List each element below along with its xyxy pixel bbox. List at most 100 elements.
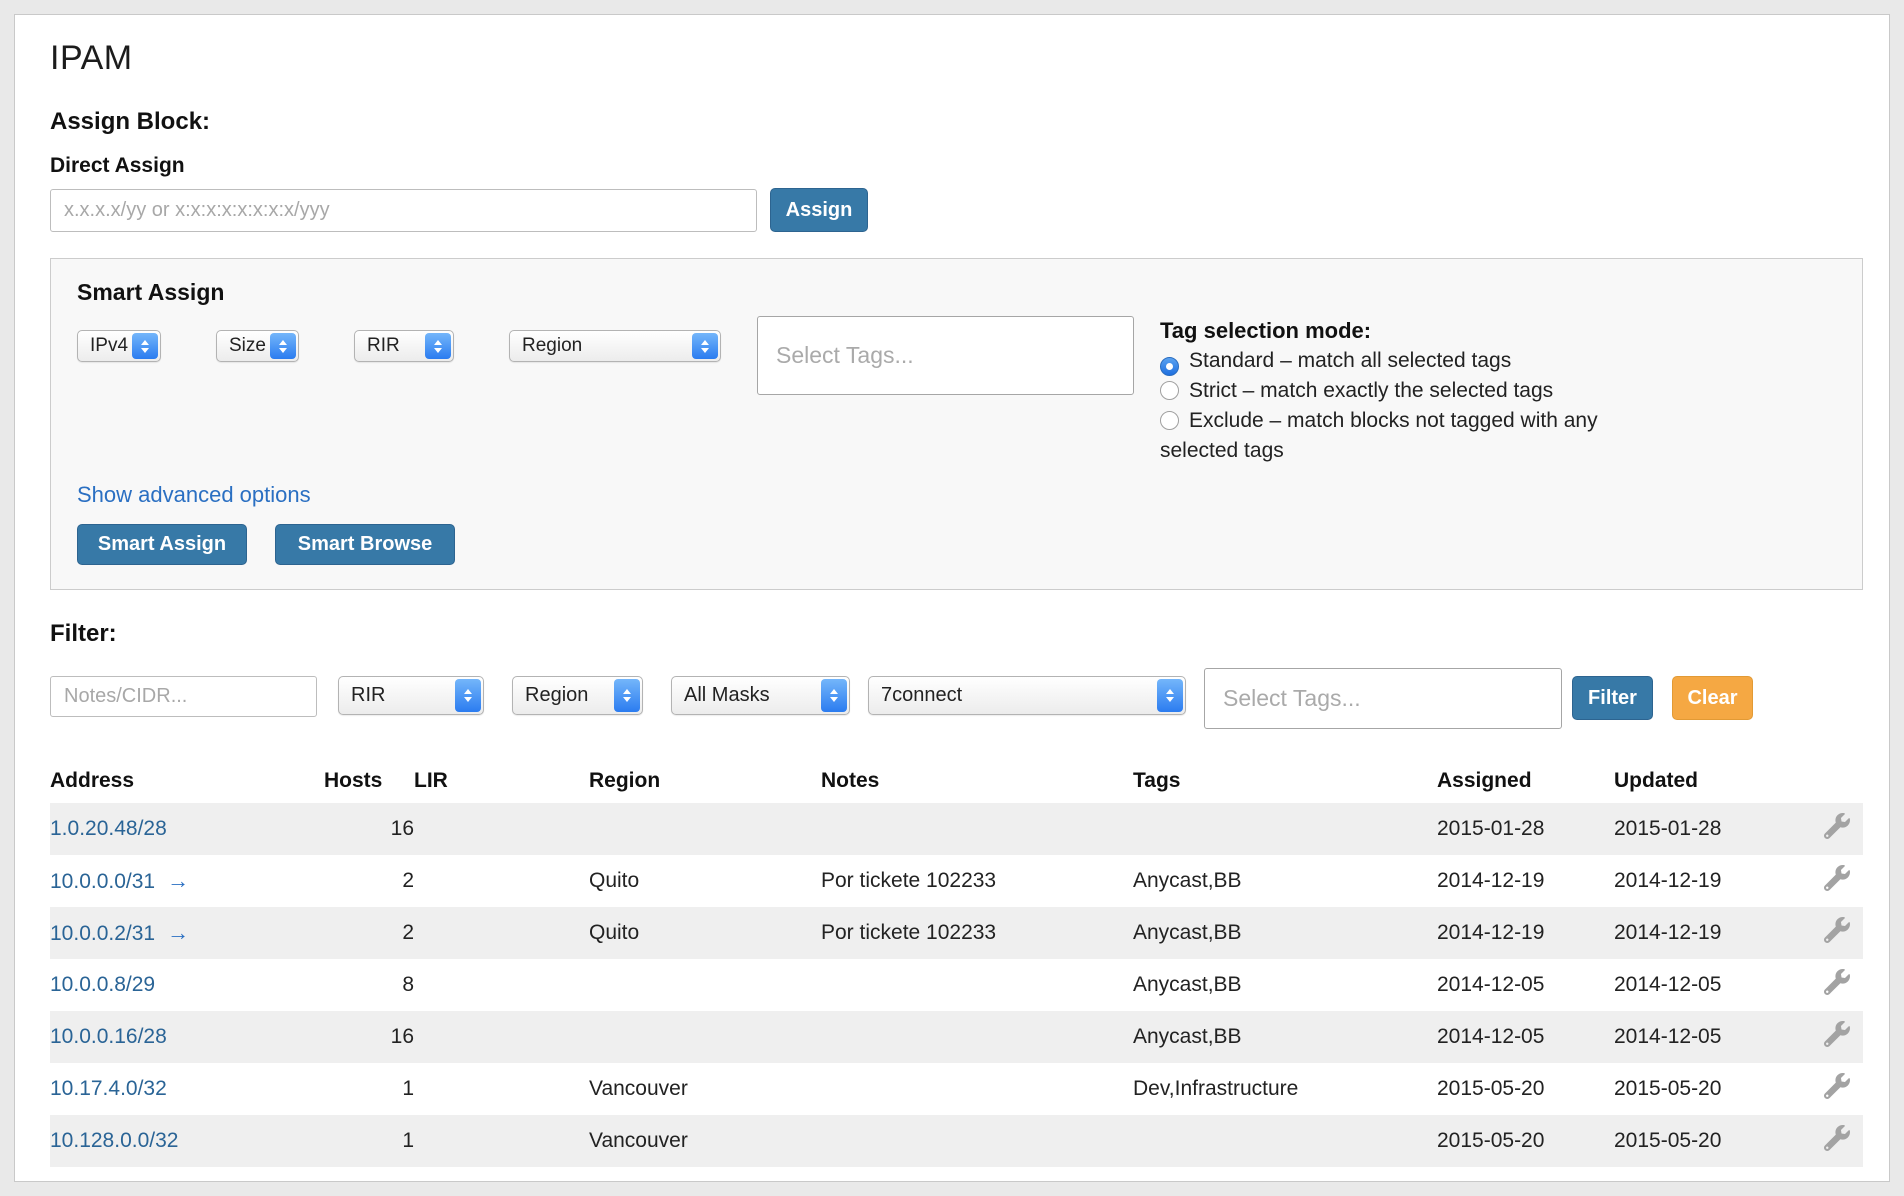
smart-buttons-row: Smart Assign Smart Browse xyxy=(77,524,1836,565)
hosts-cell: 2 xyxy=(324,907,414,959)
wrench-icon[interactable] xyxy=(1824,1125,1850,1151)
tags-cell: Anycast,BB xyxy=(1133,1011,1437,1063)
smart-browse-button[interactable]: Smart Browse xyxy=(275,524,455,565)
assigned-cell: 2015-05-20 xyxy=(1437,1063,1614,1115)
tag-mode-option[interactable]: Strict – match exactly the selected tags xyxy=(1160,376,1610,406)
wrench-icon[interactable] xyxy=(1824,813,1850,839)
tags-cell: Anycast,BB xyxy=(1133,959,1437,1011)
column-header-region: Region xyxy=(589,759,821,803)
notes-cidr-input[interactable] xyxy=(50,676,317,717)
updated-cell: 2015-05-20 xyxy=(1614,1115,1810,1167)
wrench-icon[interactable] xyxy=(1824,1021,1850,1047)
clear-button[interactable]: Clear xyxy=(1672,676,1753,720)
updated-cell: 2014-12-05 xyxy=(1614,959,1810,1011)
assign-block-heading: Assign Block: xyxy=(50,108,1875,136)
region-cell: Quito xyxy=(589,907,821,959)
goto-arrow-icon[interactable]: → xyxy=(167,920,189,945)
filter-masks-select[interactable]: All Masks xyxy=(671,676,850,715)
direct-assign-input[interactable] xyxy=(50,189,757,232)
updated-cell: 2014-12-19 xyxy=(1614,855,1810,907)
updated-cell: 2014-12-19 xyxy=(1614,907,1810,959)
tag-mode-option-label: Exclude – match blocks not tagged with a… xyxy=(1160,409,1598,462)
assigned-cell: 2014-12-19 xyxy=(1437,907,1614,959)
filter-heading: Filter: xyxy=(50,620,1875,648)
notes-cell xyxy=(821,1063,1133,1115)
wrench-icon[interactable] xyxy=(1824,1073,1850,1099)
filter-rir-select[interactable]: RIR xyxy=(338,676,484,715)
rir-select[interactable]: RIR xyxy=(354,330,454,362)
column-header-hosts: Hosts xyxy=(324,759,414,803)
address-link[interactable]: 10.0.0.0/31 xyxy=(50,870,155,893)
region-cell: Vancouver xyxy=(589,1115,821,1167)
table-row: 10.0.0.8/29 8 Anycast,BB 2014-12-05 2014… xyxy=(50,959,1863,1011)
direct-assign-label: Direct Assign xyxy=(50,154,1875,178)
filter-button[interactable]: Filter xyxy=(1572,676,1653,720)
address-link[interactable]: 10.0.0.8/29 xyxy=(50,973,155,996)
updated-cell: 2014-12-05 xyxy=(1614,1011,1810,1063)
filter-tags-input[interactable] xyxy=(1204,668,1562,729)
address-link[interactable]: 10.128.0.0/32 xyxy=(50,1129,178,1152)
table-row: 10.0.0.0/31→ 2 Quito Por tickete 102233 … xyxy=(50,855,1863,907)
select-stepper-icon xyxy=(614,679,640,712)
select-stepper-icon xyxy=(132,333,158,359)
lir-cell xyxy=(414,959,589,1011)
table-row: 10.128.0.0/32 1 Vancouver 2015-05-20 201… xyxy=(50,1115,1863,1167)
blocks-table: Address Hosts LIR Region Notes Tags Assi… xyxy=(50,759,1863,1167)
select-stepper-icon xyxy=(455,679,481,712)
column-header-assigned: Assigned xyxy=(1437,759,1614,803)
family-select-value: IPv4 xyxy=(90,335,128,357)
show-advanced-options-link[interactable]: Show advanced options xyxy=(77,482,311,508)
address-link[interactable]: 10.0.0.2/31 xyxy=(50,922,155,945)
radio-icon xyxy=(1160,411,1179,430)
tag-mode-heading: Tag selection mode: xyxy=(1160,316,1610,346)
updated-cell: 2015-01-28 xyxy=(1614,803,1810,855)
goto-arrow-icon[interactable]: → xyxy=(167,868,189,893)
notes-cell xyxy=(821,1115,1133,1167)
smart-tags-input[interactable] xyxy=(757,316,1134,395)
select-stepper-icon xyxy=(692,333,718,359)
smart-assign-controls: IPv4 Size RIR Region Tag selection mode:… xyxy=(77,316,1836,466)
address-link[interactable]: 10.17.4.0/32 xyxy=(50,1077,167,1100)
smart-assign-button[interactable]: Smart Assign xyxy=(77,524,247,565)
filter-row: RIR Region All Masks 7connect Filter Cle… xyxy=(50,668,1875,729)
tags-cell: Anycast,BB xyxy=(1133,907,1437,959)
tags-cell xyxy=(1133,1115,1437,1167)
table-row: 10.0.0.16/28 16 Anycast,BB 2014-12-05 20… xyxy=(50,1011,1863,1063)
assigned-cell: 2014-12-05 xyxy=(1437,1011,1614,1063)
tag-mode-option[interactable]: Exclude – match blocks not tagged with a… xyxy=(1160,406,1610,466)
hosts-cell: 16 xyxy=(324,1011,414,1063)
column-header-actions xyxy=(1810,759,1863,803)
size-select[interactable]: Size xyxy=(216,330,299,362)
hosts-cell: 8 xyxy=(324,959,414,1011)
filter-resource-select[interactable]: 7connect xyxy=(868,676,1186,715)
column-header-tags: Tags xyxy=(1133,759,1437,803)
tag-mode-option[interactable]: Standard – match all selected tags xyxy=(1160,346,1610,376)
select-stepper-icon xyxy=(270,333,296,359)
filter-region-select[interactable]: Region xyxy=(512,676,643,715)
table-row: 10.0.0.2/31→ 2 Quito Por tickete 102233 … xyxy=(50,907,1863,959)
address-link[interactable]: 10.0.0.16/28 xyxy=(50,1025,167,1048)
notes-cell xyxy=(821,803,1133,855)
family-select[interactable]: IPv4 xyxy=(77,330,161,362)
assign-button[interactable]: Assign xyxy=(770,188,868,232)
filter-rir-select-value: RIR xyxy=(351,684,385,707)
wrench-icon[interactable] xyxy=(1824,917,1850,943)
notes-cell xyxy=(821,959,1133,1011)
column-header-address: Address xyxy=(50,759,324,803)
wrench-icon[interactable] xyxy=(1824,969,1850,995)
assigned-cell: 2015-05-20 xyxy=(1437,1115,1614,1167)
column-header-updated: Updated xyxy=(1614,759,1810,803)
radio-icon xyxy=(1160,381,1179,400)
wrench-icon[interactable] xyxy=(1824,865,1850,891)
tags-cell: Dev,Infrastructure xyxy=(1133,1063,1437,1115)
address-link[interactable]: 1.0.20.48/28 xyxy=(50,817,167,840)
column-header-notes: Notes xyxy=(821,759,1133,803)
filter-region-select-value: Region xyxy=(525,684,588,707)
region-select[interactable]: Region xyxy=(509,330,721,362)
table-row: 1.0.20.48/28 16 2015-01-28 2015-01-28 xyxy=(50,803,1863,855)
lir-cell xyxy=(414,1011,589,1063)
region-cell xyxy=(589,1011,821,1063)
select-stepper-icon xyxy=(821,679,847,712)
filter-masks-select-value: All Masks xyxy=(684,684,770,707)
rir-select-value: RIR xyxy=(367,335,400,357)
